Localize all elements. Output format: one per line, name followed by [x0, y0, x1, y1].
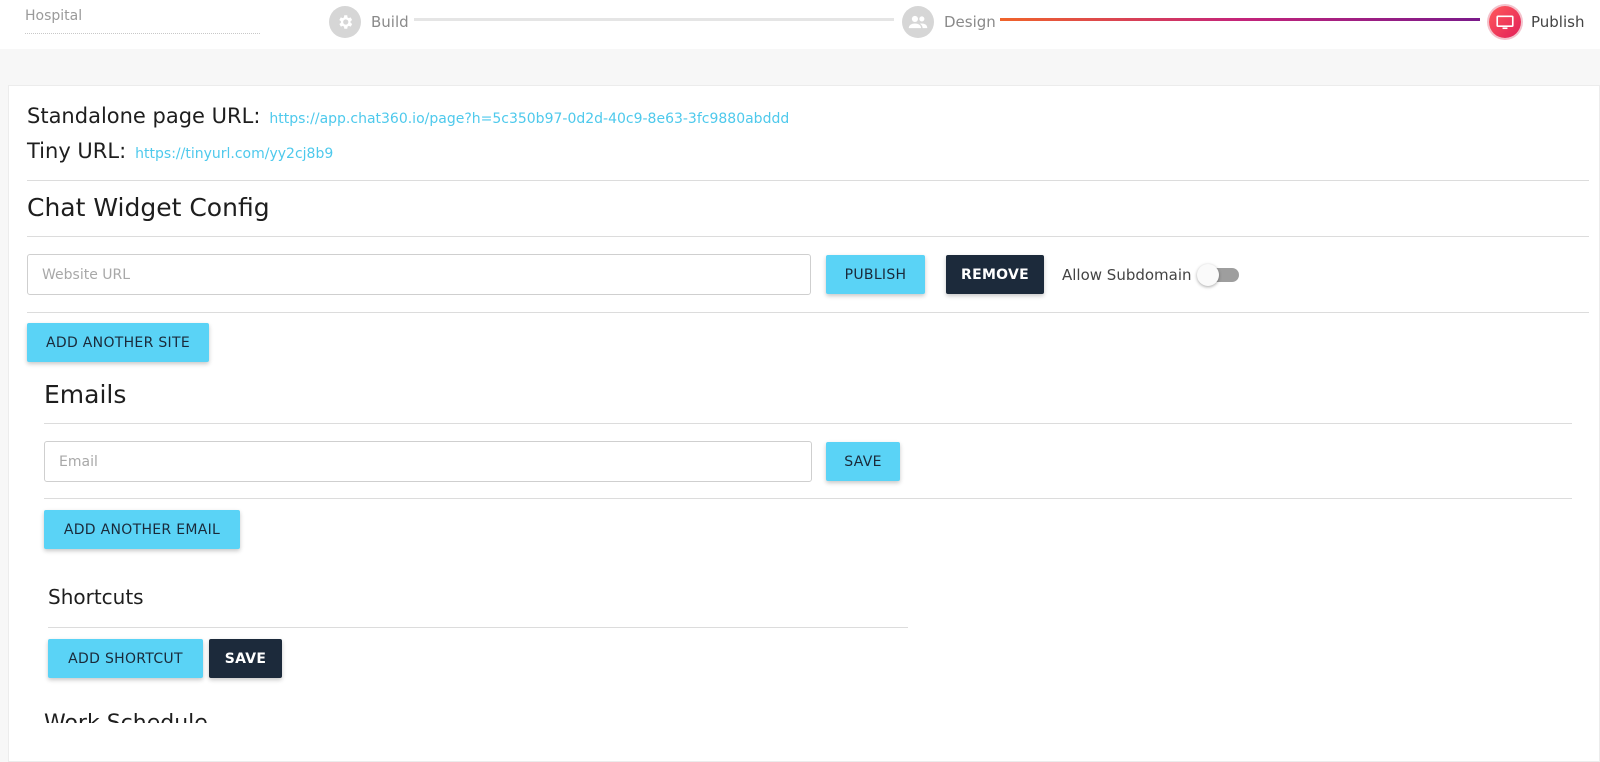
publish-button[interactable]: PUBLISH — [826, 255, 925, 294]
chat-widget-config-title: Chat Widget Config — [27, 193, 270, 222]
toggle-knob — [1197, 264, 1219, 286]
work-schedule-title: Work Schedule — [44, 711, 208, 723]
save-shortcuts-button[interactable]: SAVE — [209, 639, 282, 678]
publish-card: Standalone page URL: https://app.chat360… — [8, 85, 1600, 762]
divider — [44, 423, 1572, 424]
standalone-url-link[interactable]: https://app.chat360.io/page?h=5c350b97-0… — [269, 111, 789, 127]
step-connector-design-publish — [1000, 18, 1480, 21]
step-publish[interactable]: Publish — [1489, 6, 1584, 38]
gear-icon — [329, 6, 361, 38]
divider — [27, 312, 1589, 313]
tiny-url-link[interactable]: https://tinyurl.com/yy2cj8b9 — [135, 146, 333, 162]
standalone-url-row: Standalone page URL: https://app.chat360… — [27, 104, 789, 128]
email-input[interactable] — [44, 441, 812, 482]
tiny-url-label: Tiny URL: — [27, 139, 127, 163]
save-email-button[interactable]: SAVE — [826, 442, 900, 481]
project-name-field[interactable]: Hospital — [25, 8, 260, 34]
step-publish-label: Publish — [1531, 13, 1585, 31]
step-design[interactable]: Design — [902, 6, 996, 38]
monitor-icon — [1489, 6, 1521, 38]
add-shortcut-button[interactable]: ADD SHORTCUT — [48, 639, 203, 678]
divider — [27, 236, 1589, 237]
step-connector-build-design — [414, 18, 894, 21]
divider — [48, 627, 908, 628]
allow-subdomain-label: Allow Subdomain — [1062, 266, 1192, 284]
add-another-email-button[interactable]: ADD ANOTHER EMAIL — [44, 510, 240, 549]
allow-subdomain-toggle[interactable] — [1197, 264, 1243, 286]
remove-button[interactable]: REMOVE — [946, 255, 1044, 294]
top-bar: Hospital Build Design Publish — [0, 0, 1600, 49]
emails-title: Emails — [44, 380, 127, 409]
shortcuts-title: Shortcuts — [48, 585, 144, 609]
step-design-label: Design — [944, 13, 996, 31]
standalone-url-label: Standalone page URL: — [27, 104, 261, 128]
add-another-site-button[interactable]: ADD ANOTHER SITE — [27, 323, 209, 362]
tiny-url-row: Tiny URL: https://tinyurl.com/yy2cj8b9 — [27, 139, 333, 163]
people-icon — [902, 6, 934, 38]
step-build[interactable]: Build — [329, 6, 409, 38]
website-url-input[interactable] — [27, 254, 811, 295]
step-build-label: Build — [371, 13, 409, 31]
divider — [44, 498, 1572, 499]
divider — [27, 180, 1589, 181]
